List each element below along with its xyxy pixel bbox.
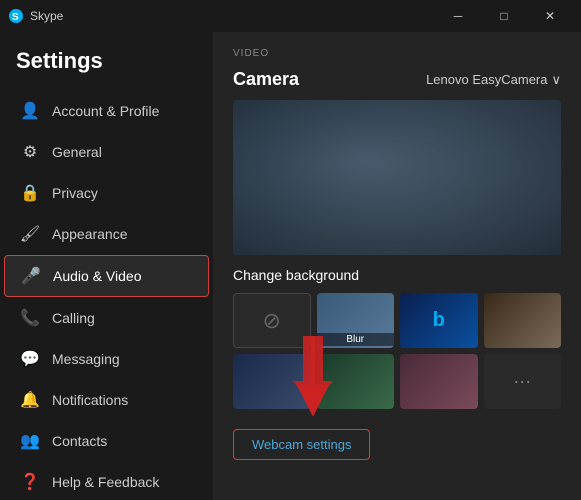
sidebar-item-general[interactable]: ⚙ General [4, 132, 209, 172]
messaging-icon: 💬 [20, 349, 40, 369]
app-title: Skype [30, 9, 435, 23]
b-logo-icon: b [433, 309, 445, 332]
camera-label: Camera [233, 69, 299, 90]
bg-item-room1[interactable] [484, 293, 562, 348]
main-panel: VIDEO Camera Lenovo EasyCamera ∨ Change … [213, 32, 581, 500]
sidebar-item-label-contacts: Contacts [52, 433, 107, 449]
sidebar-item-account[interactable]: 👤 Account & Profile [4, 91, 209, 131]
sidebar-item-privacy[interactable]: 🔒 Privacy [4, 173, 209, 213]
chevron-down-icon: ∨ [551, 72, 561, 88]
bg-item-room2[interactable] [317, 354, 395, 409]
sidebar-item-contacts[interactable]: 👥 Contacts [4, 421, 209, 461]
window-controls: ─ □ ✕ [435, 0, 573, 32]
general-icon: ⚙ [20, 142, 40, 162]
sidebar: Settings 👤 Account & Profile ⚙ General 🔒… [0, 32, 213, 500]
camera-preview [233, 100, 561, 255]
maximize-button[interactable]: □ [481, 0, 527, 32]
account-icon: 👤 [20, 101, 40, 121]
sidebar-item-notifications[interactable]: 🔔 Notifications [4, 380, 209, 420]
sidebar-item-help[interactable]: ❓ Help & Feedback [4, 462, 209, 500]
sidebar-item-label-privacy: Privacy [52, 185, 98, 201]
settings-title: Settings [0, 48, 213, 90]
blur-label: Blur [317, 333, 395, 346]
camera-row: Camera Lenovo EasyCamera ∨ [233, 69, 561, 90]
app-body: Settings 👤 Account & Profile ⚙ General 🔒… [0, 32, 581, 500]
camera-select[interactable]: Lenovo EasyCamera ∨ [426, 72, 561, 88]
background-grid: ⊘ Blur b ··· [233, 293, 561, 409]
sidebar-item-label-account: Account & Profile [52, 103, 159, 119]
help-icon: ❓ [20, 472, 40, 492]
sidebar-item-label-general: General [52, 144, 102, 160]
bg-item-dots[interactable] [233, 354, 311, 409]
webcam-settings-button[interactable]: Webcam settings [233, 429, 370, 460]
sidebar-item-label-audio-video: Audio & Video [53, 268, 141, 284]
more-icon: ··· [513, 371, 531, 392]
sidebar-item-calling[interactable]: 📞 Calling [4, 298, 209, 338]
privacy-icon: 🔒 [20, 183, 40, 203]
bg-item-none[interactable]: ⊘ [233, 293, 311, 348]
audio-video-icon: 🎤 [21, 266, 41, 286]
bg-item-room3[interactable] [400, 354, 478, 409]
appearance-icon: 🖌 [20, 224, 40, 244]
sidebar-item-label-messaging: Messaging [52, 351, 120, 367]
sidebar-item-messaging[interactable]: 💬 Messaging [4, 339, 209, 379]
sidebar-item-label-notifications: Notifications [52, 392, 128, 408]
close-button[interactable]: ✕ [527, 0, 573, 32]
camera-value: Lenovo EasyCamera [426, 72, 547, 87]
sidebar-item-label-help: Help & Feedback [52, 474, 159, 490]
calling-icon: 📞 [20, 308, 40, 328]
svg-text:S: S [12, 12, 19, 23]
sidebar-item-label-appearance: Appearance [52, 226, 128, 242]
change-background-label: Change background [233, 267, 561, 283]
bg-item-more[interactable]: ··· [484, 354, 562, 409]
video-section-label: VIDEO [233, 48, 561, 59]
bg-item-b-logo[interactable]: b [400, 293, 478, 348]
sidebar-item-appearance[interactable]: 🖌 Appearance [4, 214, 209, 254]
titlebar: S Skype ─ □ ✕ [0, 0, 581, 32]
app-icon: S [8, 8, 24, 24]
no-background-icon: ⊘ [263, 308, 281, 334]
bg-item-blur[interactable]: Blur [317, 293, 395, 348]
sidebar-item-audio-video[interactable]: 🎤 Audio & Video [4, 255, 209, 297]
minimize-button[interactable]: ─ [435, 0, 481, 32]
sidebar-item-label-calling: Calling [52, 310, 95, 326]
notifications-icon: 🔔 [20, 390, 40, 410]
contacts-icon: 👥 [20, 431, 40, 451]
